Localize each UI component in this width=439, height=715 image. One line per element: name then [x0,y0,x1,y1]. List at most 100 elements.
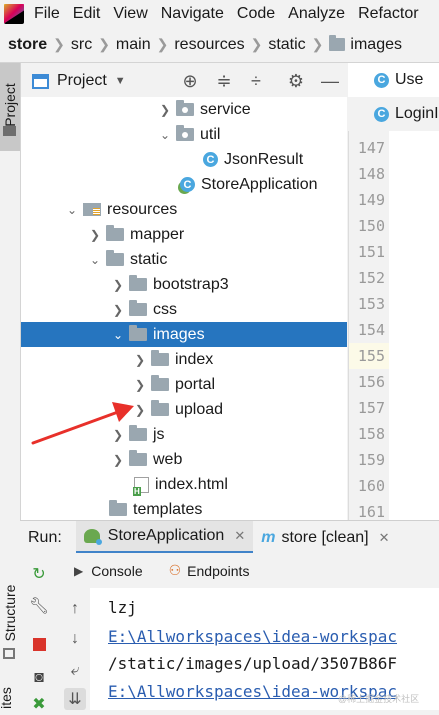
tree-item-css[interactable]: ❯ css [21,297,347,322]
tree-item-static[interactable]: ⌄ static [21,247,347,272]
chevron-down-icon[interactable]: ⌄ [158,128,172,142]
tree-item-portal[interactable]: ❯ portal [21,372,347,397]
editor-tab[interactable]: C Use [348,63,439,97]
chevron-right-icon[interactable]: ❯ [133,353,147,367]
gear-icon[interactable]: ⚙ [283,63,309,99]
breadcrumb-item[interactable]: store [8,36,47,54]
tree-item-index[interactable]: ❯ index [21,347,347,372]
package-folder-icon [176,100,194,116]
line-number: 161 [357,503,385,520]
tree-item-images[interactable]: ⌄ images [21,322,347,347]
tree-item-label: portal [175,375,216,393]
menu-refactor[interactable]: Refactor [358,5,418,23]
tree-item-templates[interactable]: templates [21,497,347,520]
expand-all-icon[interactable]: ≑ [211,63,237,99]
chevron-right-icon[interactable]: ❯ [158,103,172,117]
wrench-icon[interactable]: 🔧︎ [28,595,50,617]
breadcrumb-item[interactable]: images [350,36,402,54]
chevron-right-icon: ❯ [311,36,324,52]
favorites-side-tab[interactable]: ites [0,687,14,709]
tree-item-label: templates [133,500,203,518]
chevron-right-icon[interactable]: ❯ [111,278,125,292]
chevron-down-icon[interactable]: ⌄ [88,253,102,267]
tree-item-bootstrap3[interactable]: ❯ bootstrap3 [21,272,347,297]
code-area[interactable] [389,131,439,520]
scroll-to-end-icon[interactable]: ⇊ [64,688,86,710]
breadcrumb-item[interactable]: main [116,36,151,54]
structure-side-tab[interactable]: Structure [2,576,18,650]
stop-icon[interactable] [28,633,50,655]
line-number: 151 [357,243,385,261]
chevron-down-icon[interactable]: ⌄ [111,328,125,342]
editor-tab-bar: C Use C LoginI [348,63,439,132]
tree-item-upload[interactable]: ❯ upload [21,397,347,422]
tree-item-label: mapper [130,225,185,243]
project-window-icon [32,73,49,89]
menu-code[interactable]: Code [237,5,275,23]
folder-icon [129,300,147,316]
run-icon[interactable]: ✖ [28,693,50,715]
breadcrumb-item[interactable]: src [71,36,92,54]
folder-icon [129,450,147,466]
run-tab-store-clean[interactable]: m store [clean] ✕ [253,521,397,554]
tree-item-index-html[interactable]: index.html [21,472,347,497]
tree-item-js[interactable]: ❯ js [21,422,347,447]
console-link[interactable]: E:\Allworkspaces\idea-workspac [108,627,397,646]
chevron-right-icon[interactable]: ❯ [111,428,125,442]
tree-item-storeapplication[interactable]: C StoreApplication [21,172,347,197]
tab-console[interactable]: Console [91,563,142,579]
tree-item-mapper[interactable]: ❯ mapper [21,222,347,247]
breadcrumb-item[interactable]: resources [174,36,244,54]
chevron-down-icon[interactable]: ▼ [115,75,126,87]
line-number: 150 [357,217,385,235]
chevron-right-icon[interactable]: ❯ [111,453,125,467]
editor-tab-label: LoginI [395,105,439,122]
menu-edit[interactable]: Edit [73,5,101,23]
line-number: 148 [357,165,385,183]
menu-view[interactable]: View [113,5,147,23]
tree-item-web[interactable]: ❯ web [21,447,347,472]
arrow-up-icon[interactable]: ↑ [64,598,86,620]
console-icon: ▶ [74,563,84,578]
project-panel-header: Project ▼ ⊕ ≑ ÷ ⚙ — [21,63,347,100]
run-tab-label: store [clean] [281,528,369,546]
collapse-all-icon[interactable]: ÷ [243,63,269,99]
rerun-icon[interactable]: ↻ [28,563,50,585]
close-icon[interactable]: ✕ [379,530,390,546]
tree-item-util[interactable]: ⌄ util [21,122,347,147]
folder-icon [106,225,124,241]
locate-file-icon[interactable]: ⊕ [177,63,203,99]
chevron-down-icon[interactable]: ⌄ [65,203,79,217]
menu-navigate[interactable]: Navigate [161,5,224,23]
menu-bar: File Edit View Navigate Code Analyze Ref… [0,0,439,27]
camera-icon[interactable]: ◙ [28,667,50,689]
tab-endpoints[interactable]: Endpoints [187,563,249,579]
class-icon: C [374,106,389,122]
line-number: 160 [357,477,385,495]
chevron-right-icon[interactable]: ❯ [111,303,125,317]
run-tab-storeapplication[interactable]: StoreApplication ✕ [75,521,254,554]
minimize-icon[interactable]: — [317,63,343,99]
tree-item-jsonresult[interactable]: C JsonResult [21,147,347,172]
run-toolbar: ↻ 🔧︎ ◙ ✖ [20,553,61,713]
tree-item-resources[interactable]: ⌄ resources [21,197,347,222]
tree-item-label: StoreApplication [201,175,318,193]
breadcrumb-item[interactable]: static [268,36,305,54]
project-tree: ❯ service ⌄ util C JsonResult C StoreApp… [21,97,347,520]
arrow-down-icon[interactable]: ↓ [64,628,86,650]
watermark: @稀土掘金技术社区 [338,694,420,704]
chevron-right-icon[interactable]: ❯ [133,378,147,392]
soft-wrap-icon[interactable]: ⤶ [64,660,86,682]
run-sub-tabs: ▶ Console ⚇ Endpoints [60,553,439,589]
tree-item-label: web [153,450,183,468]
spring-boot-icon [83,529,102,545]
tree-item-service[interactable]: ❯ service [21,97,347,122]
project-view-selector[interactable]: Project [57,72,107,90]
chevron-right-icon[interactable]: ❯ [133,403,147,417]
menu-file[interactable]: File [34,5,60,23]
menu-analyze[interactable]: Analyze [288,5,345,23]
run-tool-window-header: Run: StoreApplication ✕ m store [clean] … [20,520,439,554]
close-icon[interactable]: ✕ [234,528,245,544]
editor-tab[interactable]: C LoginI [348,97,439,131]
chevron-right-icon[interactable]: ❯ [88,228,102,242]
